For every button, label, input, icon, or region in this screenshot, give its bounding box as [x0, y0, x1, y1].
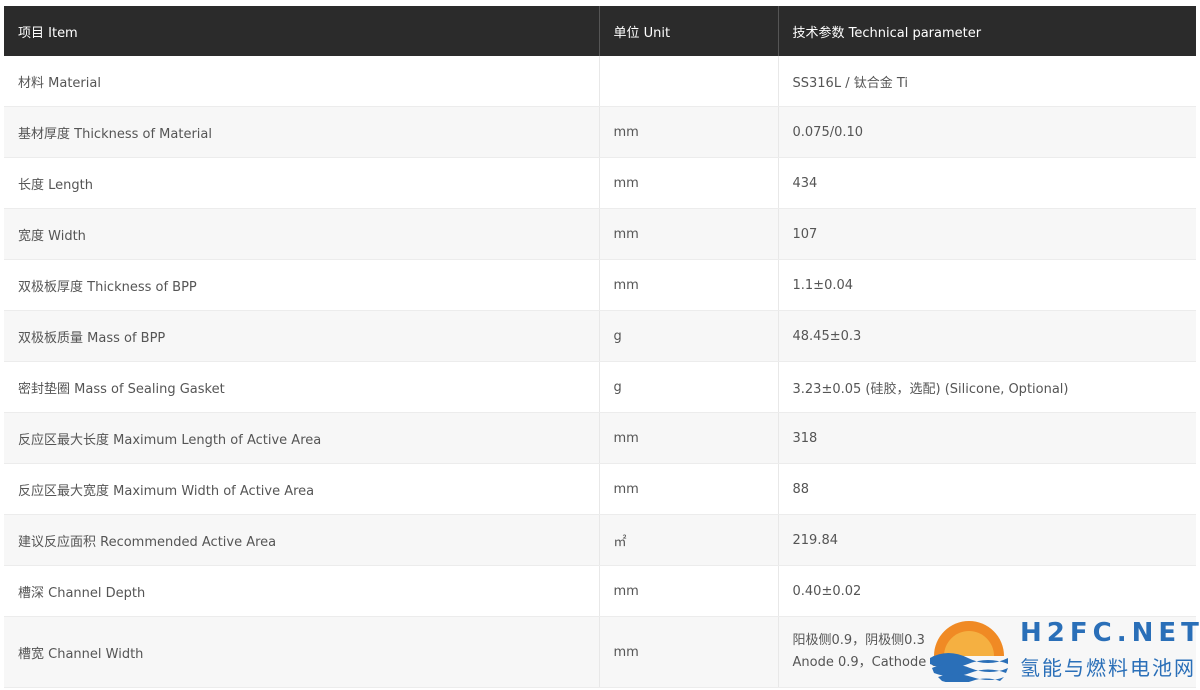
cell-param: 219.84: [778, 514, 1196, 566]
cell-param: 0.075/0.10: [778, 106, 1196, 158]
cell-item: 槽宽 Channel Width: [4, 616, 600, 688]
table-body: 材料 Material SS316L / 钛合金 Ti 基材厚度 Thickne…: [4, 56, 1196, 688]
watermark-name: 氢能与燃料电池网: [1020, 656, 1196, 680]
cell-item: 材料 Material: [4, 56, 600, 107]
cell-param: 318: [778, 412, 1196, 464]
cell-unit: mm: [599, 259, 779, 311]
table-header: 项目 Item 单位 Unit 技术参数 Technical parameter: [4, 6, 1196, 56]
cell-item: 反应区最大长度 Maximum Length of Active Area: [4, 412, 600, 464]
watermark-domain: H2FC.NET: [1020, 618, 1200, 648]
cell-unit: mm: [599, 157, 779, 209]
cell-item: 建议反应面积 Recommended Active Area: [4, 514, 600, 566]
table-row: 建议反应面积 Recommended Active Area ㎡ 219.84: [4, 514, 1196, 566]
table-row: 宽度 Width mm 107: [4, 208, 1196, 260]
cell-unit: mm: [599, 463, 779, 515]
cell-item: 长度 Length: [4, 157, 600, 209]
header-parameter: 技术参数 Technical parameter: [778, 6, 1196, 56]
table-row: 基材厚度 Thickness of Material mm 0.075/0.10: [4, 106, 1196, 158]
cell-item: 双极板厚度 Thickness of BPP: [4, 259, 600, 311]
cell-param: 1.1±0.04: [778, 259, 1196, 311]
cell-unit: [599, 56, 779, 107]
header-item: 项目 Item: [4, 6, 600, 56]
table-row: 双极板质量 Mass of BPP g 48.45±0.3: [4, 310, 1196, 362]
cell-item: 基材厚度 Thickness of Material: [4, 106, 600, 158]
cell-param: SS316L / 钛合金 Ti: [778, 56, 1196, 107]
cell-param: 3.23±0.05 (硅胶，选配) (Silicone, Optional): [778, 361, 1196, 413]
cell-unit: mm: [599, 565, 779, 617]
table-row: 材料 Material SS316L / 钛合金 Ti: [4, 56, 1196, 107]
spec-table-container: 项目 Item 单位 Unit 技术参数 Technical parameter…: [4, 6, 1196, 688]
cell-param: 107: [778, 208, 1196, 260]
header-row: 项目 Item 单位 Unit 技术参数 Technical parameter: [4, 6, 1196, 56]
cell-unit: mm: [599, 208, 779, 260]
cell-unit: ㎡: [599, 514, 779, 566]
cell-param: 48.45±0.3: [778, 310, 1196, 362]
table-row: 双极板厚度 Thickness of BPP mm 1.1±0.04: [4, 259, 1196, 311]
cell-item: 反应区最大宽度 Maximum Width of Active Area: [4, 463, 600, 515]
cell-item: 宽度 Width: [4, 208, 600, 260]
header-unit: 单位 Unit: [599, 6, 779, 56]
cell-param: 0.40±0.02: [778, 565, 1196, 617]
cell-unit: mm: [599, 616, 779, 688]
table-row: 反应区最大长度 Maximum Length of Active Area mm…: [4, 412, 1196, 464]
cell-item: 槽深 Channel Depth: [4, 565, 600, 617]
h2fc-logo-icon: [930, 621, 1008, 682]
cell-unit: mm: [599, 412, 779, 464]
cell-unit: g: [599, 361, 779, 413]
cell-param: 88: [778, 463, 1196, 515]
table-row: 反应区最大宽度 Maximum Width of Active Area mm …: [4, 463, 1196, 515]
spec-table: 项目 Item 单位 Unit 技术参数 Technical parameter…: [4, 6, 1196, 688]
cell-item: 双极板质量 Mass of BPP: [4, 310, 600, 362]
cell-param: 434: [778, 157, 1196, 209]
table-row: 密封垫圈 Mass of Sealing Gasket g 3.23±0.05 …: [4, 361, 1196, 413]
table-row: 长度 Length mm 434: [4, 157, 1196, 209]
cell-unit: mm: [599, 106, 779, 158]
cell-unit: g: [599, 310, 779, 362]
watermark-logo: H2FC.NET 氢能与燃料电池网: [928, 612, 1200, 690]
table-row: 槽深 Channel Depth mm 0.40±0.02: [4, 565, 1196, 617]
cell-item: 密封垫圈 Mass of Sealing Gasket: [4, 361, 600, 413]
